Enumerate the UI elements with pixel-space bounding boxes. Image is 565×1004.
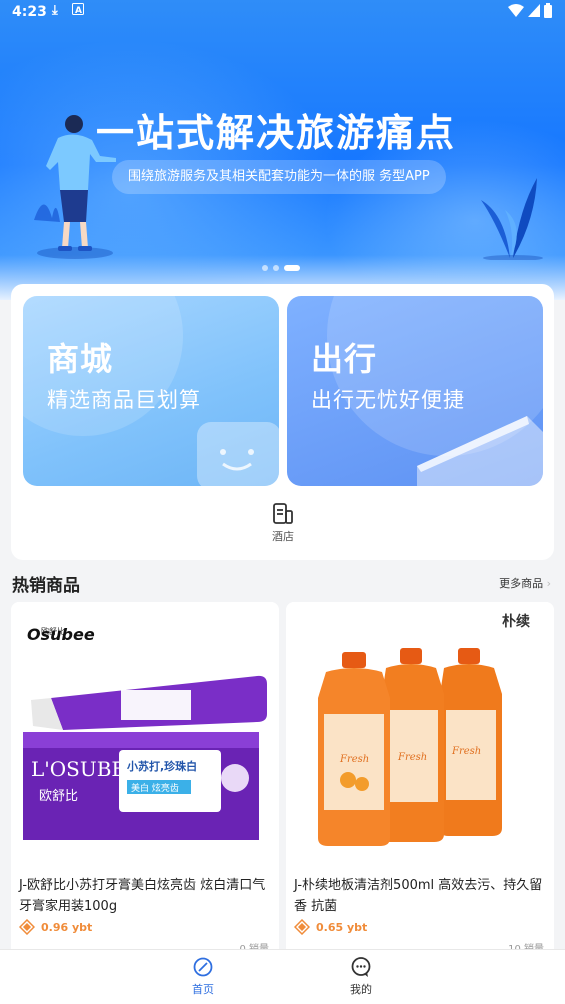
svg-text:A: A <box>75 6 82 15</box>
product-name: J-朴续地板清洁剂500ml 高效去污、持久留香 抗菌 <box>294 878 543 914</box>
mall-title: 商城 <box>47 340 114 378</box>
product-price: 0.65 ybt <box>316 920 368 934</box>
bottle-text: Fresh <box>339 754 369 765</box>
battery-icon <box>544 3 552 22</box>
hotel-label: 酒店 <box>272 530 294 543</box>
entry-card: 商城 精选商品巨划算 出行 出行无忧好便捷 酒店 <box>11 284 554 560</box>
signal-icon <box>528 4 540 21</box>
product-card[interactable]: 朴续 Fresh Fresh Fresh J-朴续地板清洁剂500ml 高效去污… <box>286 602 554 956</box>
chevron-right-icon: › <box>546 577 551 590</box>
hotel-icon <box>273 503 293 524</box>
brand-text: 朴续 <box>502 613 530 630</box>
home-compass-icon <box>193 957 213 977</box>
carousel-dot[interactable] <box>273 265 279 271</box>
status-bar: 4:23 ⤓ A <box>0 0 565 26</box>
banner-headline: 一站式解决旅游痛点 <box>96 111 457 155</box>
product-image: 欧舒比 Osubee L'OSUBEE 欧舒比 小苏打,珍珠白 美白 炫亮齿 <box>11 602 279 864</box>
wifi-icon <box>508 4 524 21</box>
more-products-link[interactable]: 更多商品 › <box>499 575 551 591</box>
travel-title: 出行 <box>311 340 378 378</box>
status-time: 4:23 <box>12 4 47 20</box>
bottle-text: Fresh <box>397 752 427 763</box>
carousel-dot[interactable] <box>262 265 268 271</box>
ybt-coin-icon <box>294 919 310 935</box>
nav-mine-label: 我的 <box>350 983 372 996</box>
ybt-coin-icon <box>19 919 35 935</box>
price-row: 0.65 ybt <box>294 919 367 935</box>
product-name: J-欧舒比小苏打牙膏美白炫亮齿 炫白清口气牙膏家用装100g <box>19 878 266 914</box>
road-icon <box>417 416 543 486</box>
mall-entry-tile[interactable]: 商城 精选商品巨划算 <box>23 296 279 486</box>
nav-home-label: 首页 <box>192 983 214 996</box>
pack-text: 小苏打,珍珠白 <box>126 759 197 773</box>
pack-badge: 美白 炫亮齿 <box>131 782 179 794</box>
travel-entry-tile[interactable]: 出行 出行无忧好便捷 <box>287 296 543 486</box>
bottle-text: Fresh <box>451 746 481 757</box>
notification-icon: A <box>72 3 84 19</box>
product-price: 0.96 ybt <box>41 920 93 934</box>
shopping-bag-icon <box>197 422 279 486</box>
nav-mine[interactable]: 我的 <box>331 956 391 997</box>
section-title: 热销商品 <box>12 576 80 596</box>
hero-banner[interactable]: 4:23 ⤓ A 一站式解决旅游痛点 围绕旅游服务及其相关配套功能为一体的服 务… <box>0 0 565 300</box>
carousel-indicator[interactable] <box>262 265 300 271</box>
brand-cn-text: 欧舒比 <box>39 789 78 804</box>
carousel-dot-active[interactable] <box>284 265 300 271</box>
product-image: 朴续 Fresh Fresh Fresh <box>286 602 554 864</box>
chat-bubble-icon <box>351 957 371 977</box>
more-products-label: 更多商品 <box>499 577 544 590</box>
plant-illustration <box>481 178 543 260</box>
download-icon: ⤓ <box>52 3 58 18</box>
product-card[interactable]: 欧舒比 Osubee L'OSUBEE 欧舒比 小苏打,珍珠白 美白 炫亮齿 J… <box>11 602 279 956</box>
price-row: 0.96 ybt <box>19 919 92 935</box>
banner-subtitle: 围绕旅游服务及其相关配套功能为一体的服 务型APP <box>112 160 446 194</box>
mall-subtitle: 精选商品巨划算 <box>47 388 201 412</box>
brand-logo: Osubee <box>27 625 95 644</box>
nav-home[interactable]: 首页 <box>173 956 233 997</box>
hotel-entry[interactable]: 酒店 <box>262 502 304 544</box>
bottom-nav: 首页 我的 <box>0 949 565 1004</box>
